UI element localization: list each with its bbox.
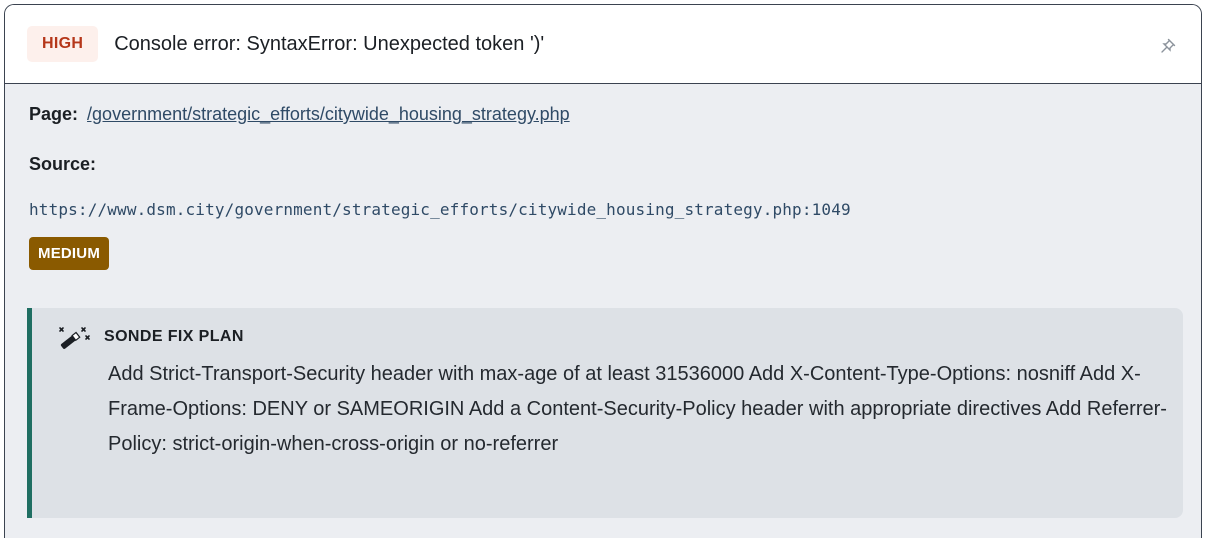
fix-plan-title: SONDE FIX PLAN bbox=[104, 328, 244, 345]
page-link[interactable]: /government/strategic_efforts/citywide_h… bbox=[87, 104, 570, 124]
issue-card: HIGH Console error: SyntaxError: Unexpec… bbox=[4, 4, 1202, 538]
severity-badge: HIGH bbox=[27, 26, 99, 62]
issue-title: Console error: SyntaxError: Unexpected t… bbox=[114, 32, 545, 55]
magic-wand-icon bbox=[59, 327, 90, 349]
issue-header[interactable]: HIGH Console error: SyntaxError: Unexpec… bbox=[5, 5, 1201, 84]
source-url: https://www.dsm.city/government/strategi… bbox=[29, 200, 851, 219]
page-row: Page: /government/strategic_efforts/city… bbox=[29, 102, 1201, 126]
issue-details: Page: /government/strategic_efforts/city… bbox=[5, 84, 1201, 537]
fix-plan-panel: SONDE FIX PLAN Add Strict-Transport-Secu… bbox=[27, 308, 1183, 518]
pin-button[interactable] bbox=[1157, 35, 1179, 57]
fix-plan-text: Add Strict-Transport-Security header wit… bbox=[108, 363, 1167, 455]
pin-icon bbox=[1161, 38, 1176, 53]
source-severity-badge: MEDIUM bbox=[29, 237, 110, 270]
source-label: Source: bbox=[29, 154, 97, 174]
fix-plan-header: SONDE FIX PLAN bbox=[56, 326, 1163, 349]
page-label: Page: bbox=[29, 104, 79, 124]
source-row: Source: bbox=[29, 152, 1201, 176]
